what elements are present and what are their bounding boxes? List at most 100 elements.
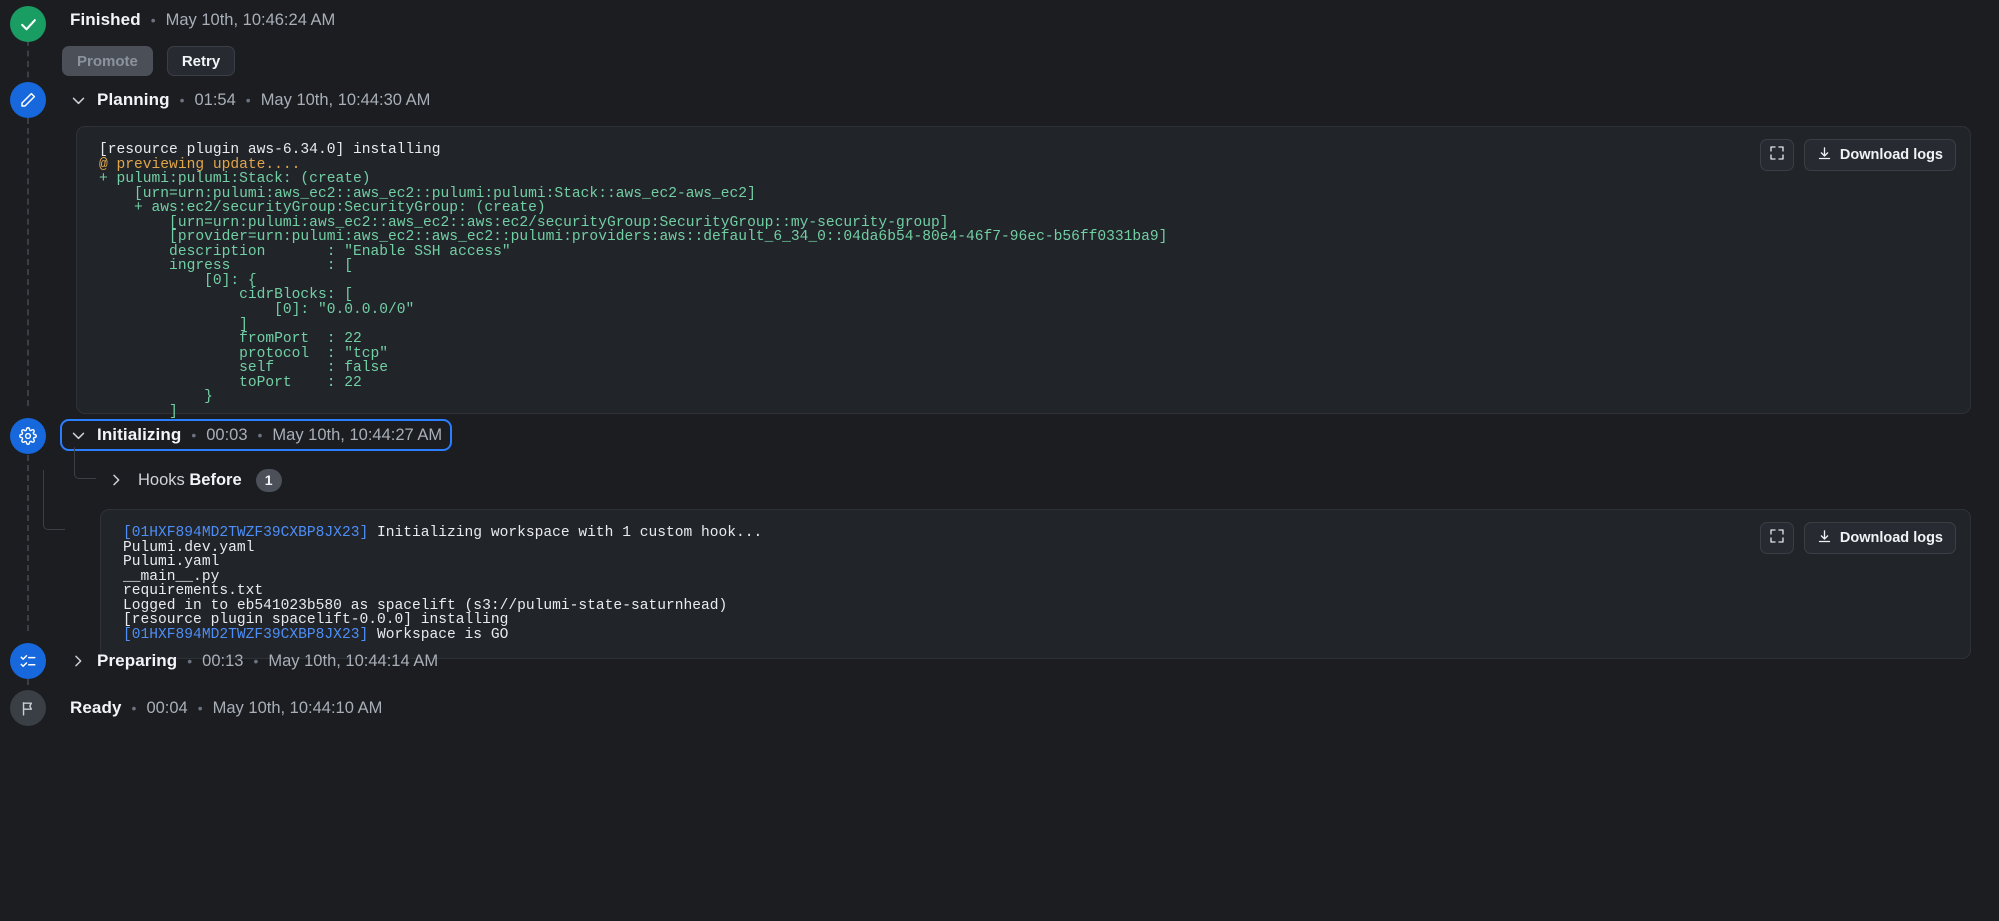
log-line: __main__.py <box>123 569 1950 585</box>
log-line: protocol : "tcp" <box>99 346 1950 362</box>
step-duration: 00:03 <box>206 425 248 444</box>
download-logs-label: Download logs <box>1839 147 1943 163</box>
checklist-icon <box>19 652 37 670</box>
log-line: } <box>99 390 1950 405</box>
log-line: + aws:ec2/securityGroup:SecurityGroup: (… <box>99 201 1950 216</box>
status-icon-initializing <box>10 418 46 454</box>
step-preparing: Preparing • 00:13 • May 10th, 10:44:14 A… <box>0 643 1999 679</box>
planning-panel-actions: Download logs <box>1759 139 1956 171</box>
log-line: self : false <box>99 361 1950 376</box>
check-circle-icon <box>19 15 38 34</box>
step-duration: 00:04 <box>146 698 188 717</box>
step-timestamp: May 10th, 10:44:10 AM <box>212 698 383 717</box>
expand-icon <box>1769 528 1785 549</box>
separator-dot: • <box>257 427 263 443</box>
log-line: Pulumi.yaml <box>123 555 1950 570</box>
log-line: + pulumi:pulumi:Stack: (create) <box>99 172 1950 187</box>
separator-dot: • <box>150 12 156 28</box>
hooks-label-prefix: Hooks <box>138 470 185 489</box>
log-line-text: Workspace is GO <box>368 626 509 643</box>
chevron-right-icon[interactable] <box>108 472 124 488</box>
download-logs-label: Download logs <box>1839 530 1943 546</box>
log-line: Logged in to eb541023b580 as spacelift (… <box>123 598 1950 614</box>
download-logs-button[interactable]: Download logs <box>1803 139 1956 171</box>
chevron-down-icon[interactable] <box>70 92 87 109</box>
step-title: Ready <box>70 698 122 717</box>
log-line: ] <box>99 317 1950 333</box>
step-duration: 00:13 <box>202 651 244 670</box>
status-icon-ready <box>10 690 46 726</box>
planning-log-output[interactable]: [resource plugin aws-6.34.0] installing @… <box>99 143 1950 419</box>
log-line: [provider=urn:pulumi:aws_ec2::aws_ec2::p… <box>99 230 1950 245</box>
log-line: fromPort : 22 <box>99 332 1950 347</box>
separator-dot: • <box>187 653 193 669</box>
step-timestamp: May 10th, 10:44:27 AM <box>272 425 443 444</box>
separator-dot: • <box>197 700 203 716</box>
log-line: @ previewing update.... <box>99 157 1950 173</box>
initializing-log-output[interactable]: [01HXF894MD2TWZF39CXBP8JX23] Initializin… <box>123 526 1950 642</box>
step-header-planning[interactable]: Planning • 01:54 • May 10th, 10:44:30 AM <box>62 86 438 114</box>
panel-connector <box>43 470 65 530</box>
step-header-finished[interactable]: Finished • May 10th, 10:46:24 AM <box>62 6 343 34</box>
separator-dot: • <box>131 700 137 716</box>
log-line: cidrBlocks: [ <box>99 288 1950 303</box>
chevron-down-icon[interactable] <box>70 427 87 444</box>
expand-logs-button[interactable] <box>1759 139 1794 171</box>
separator-dot: • <box>179 92 185 108</box>
log-line: [0]: { <box>99 274 1950 289</box>
finished-action-buttons: Promote Retry <box>62 46 1999 76</box>
log-line: toPort : 22 <box>99 375 1950 391</box>
step-title: Finished <box>70 10 141 29</box>
log-line: [01HXF894MD2TWZF39CXBP8JX23] Workspace i… <box>123 628 1950 643</box>
hooks-label-strong: Before <box>189 470 242 489</box>
planning-log-panel: Download logs [resource plugin aws-6.34.… <box>76 126 1971 419</box>
chevron-right-icon[interactable] <box>70 653 87 670</box>
log-line: description : "Enable SSH access" <box>99 245 1950 260</box>
hooks-count-badge: 1 <box>255 468 282 492</box>
pencil-icon <box>19 91 37 109</box>
promote-button[interactable]: Promote <box>62 46 153 76</box>
log-line-text: Initializing workspace with 1 custom hoo… <box>368 525 763 541</box>
download-logs-button[interactable]: Download logs <box>1803 522 1956 554</box>
log-line: [01HXF894MD2TWZF39CXBP8JX23] Initializin… <box>123 526 1950 541</box>
status-icon-planning <box>10 82 46 118</box>
log-line: [urn=urn:pulumi:aws_ec2::aws_ec2::pulumi… <box>99 186 1950 202</box>
expand-logs-button[interactable] <box>1759 522 1794 554</box>
timeline-rail <box>27 679 29 685</box>
step-timestamp: May 10th, 10:44:14 AM <box>268 651 439 670</box>
step-finished: Finished • May 10th, 10:46:24 AM Promote… <box>0 6 1999 76</box>
step-title: Planning <box>97 90 170 109</box>
log-line-id: [01HXF894MD2TWZF39CXBP8JX23] <box>123 626 369 643</box>
step-planning: Planning • 01:54 • May 10th, 10:44:30 AM… <box>0 82 1999 419</box>
separator-dot: • <box>245 92 251 108</box>
flag-icon <box>20 700 37 717</box>
log-line: ingress : [ <box>99 259 1950 274</box>
initializing-panel-actions: Download logs <box>1759 522 1956 554</box>
hooks-label: Hooks Before <box>138 471 242 490</box>
status-icon-finished <box>10 6 46 42</box>
step-timestamp: May 10th, 10:44:30 AM <box>260 90 431 109</box>
hooks-connector <box>74 447 96 479</box>
step-header-ready[interactable]: Ready • 00:04 • May 10th, 10:44:10 AM <box>62 694 390 722</box>
separator-dot: • <box>253 653 259 669</box>
initializing-log-panel: Download logs [01HXF894MD2TWZF39CXBP8JX2… <box>43 470 1971 659</box>
separator-dot: • <box>191 427 197 443</box>
log-line: [resource plugin aws-6.34.0] installing <box>99 143 1950 158</box>
log-line: [urn=urn:pulumi:aws_ec2::aws_ec2::aws:ec… <box>99 215 1950 231</box>
status-icon-preparing <box>10 643 46 679</box>
retry-button[interactable]: Retry <box>166 46 236 76</box>
download-icon <box>1817 529 1832 548</box>
download-icon <box>1817 146 1832 165</box>
step-header-preparing[interactable]: Preparing • 00:13 • May 10th, 10:44:14 A… <box>62 647 446 675</box>
step-initializing: Initializing • 00:03 • May 10th, 10:44:2… <box>0 418 1999 659</box>
log-line: requirements.txt <box>123 584 1950 599</box>
step-duration: 01:54 <box>194 90 236 109</box>
gear-icon <box>19 427 37 445</box>
step-header-initializing[interactable]: Initializing • 00:03 • May 10th, 10:44:2… <box>59 419 453 451</box>
expand-icon <box>1769 145 1785 166</box>
step-ready: Ready • 00:04 • May 10th, 10:44:10 AM <box>0 690 1999 726</box>
log-line: [resource plugin spacelift-0.0.0] instal… <box>123 613 1950 628</box>
hooks-before-row[interactable]: Hooks Before 1 <box>74 447 1999 493</box>
step-timestamp: May 10th, 10:46:24 AM <box>165 10 336 29</box>
run-log-page: Finished • May 10th, 10:46:24 AM Promote… <box>0 0 1999 921</box>
